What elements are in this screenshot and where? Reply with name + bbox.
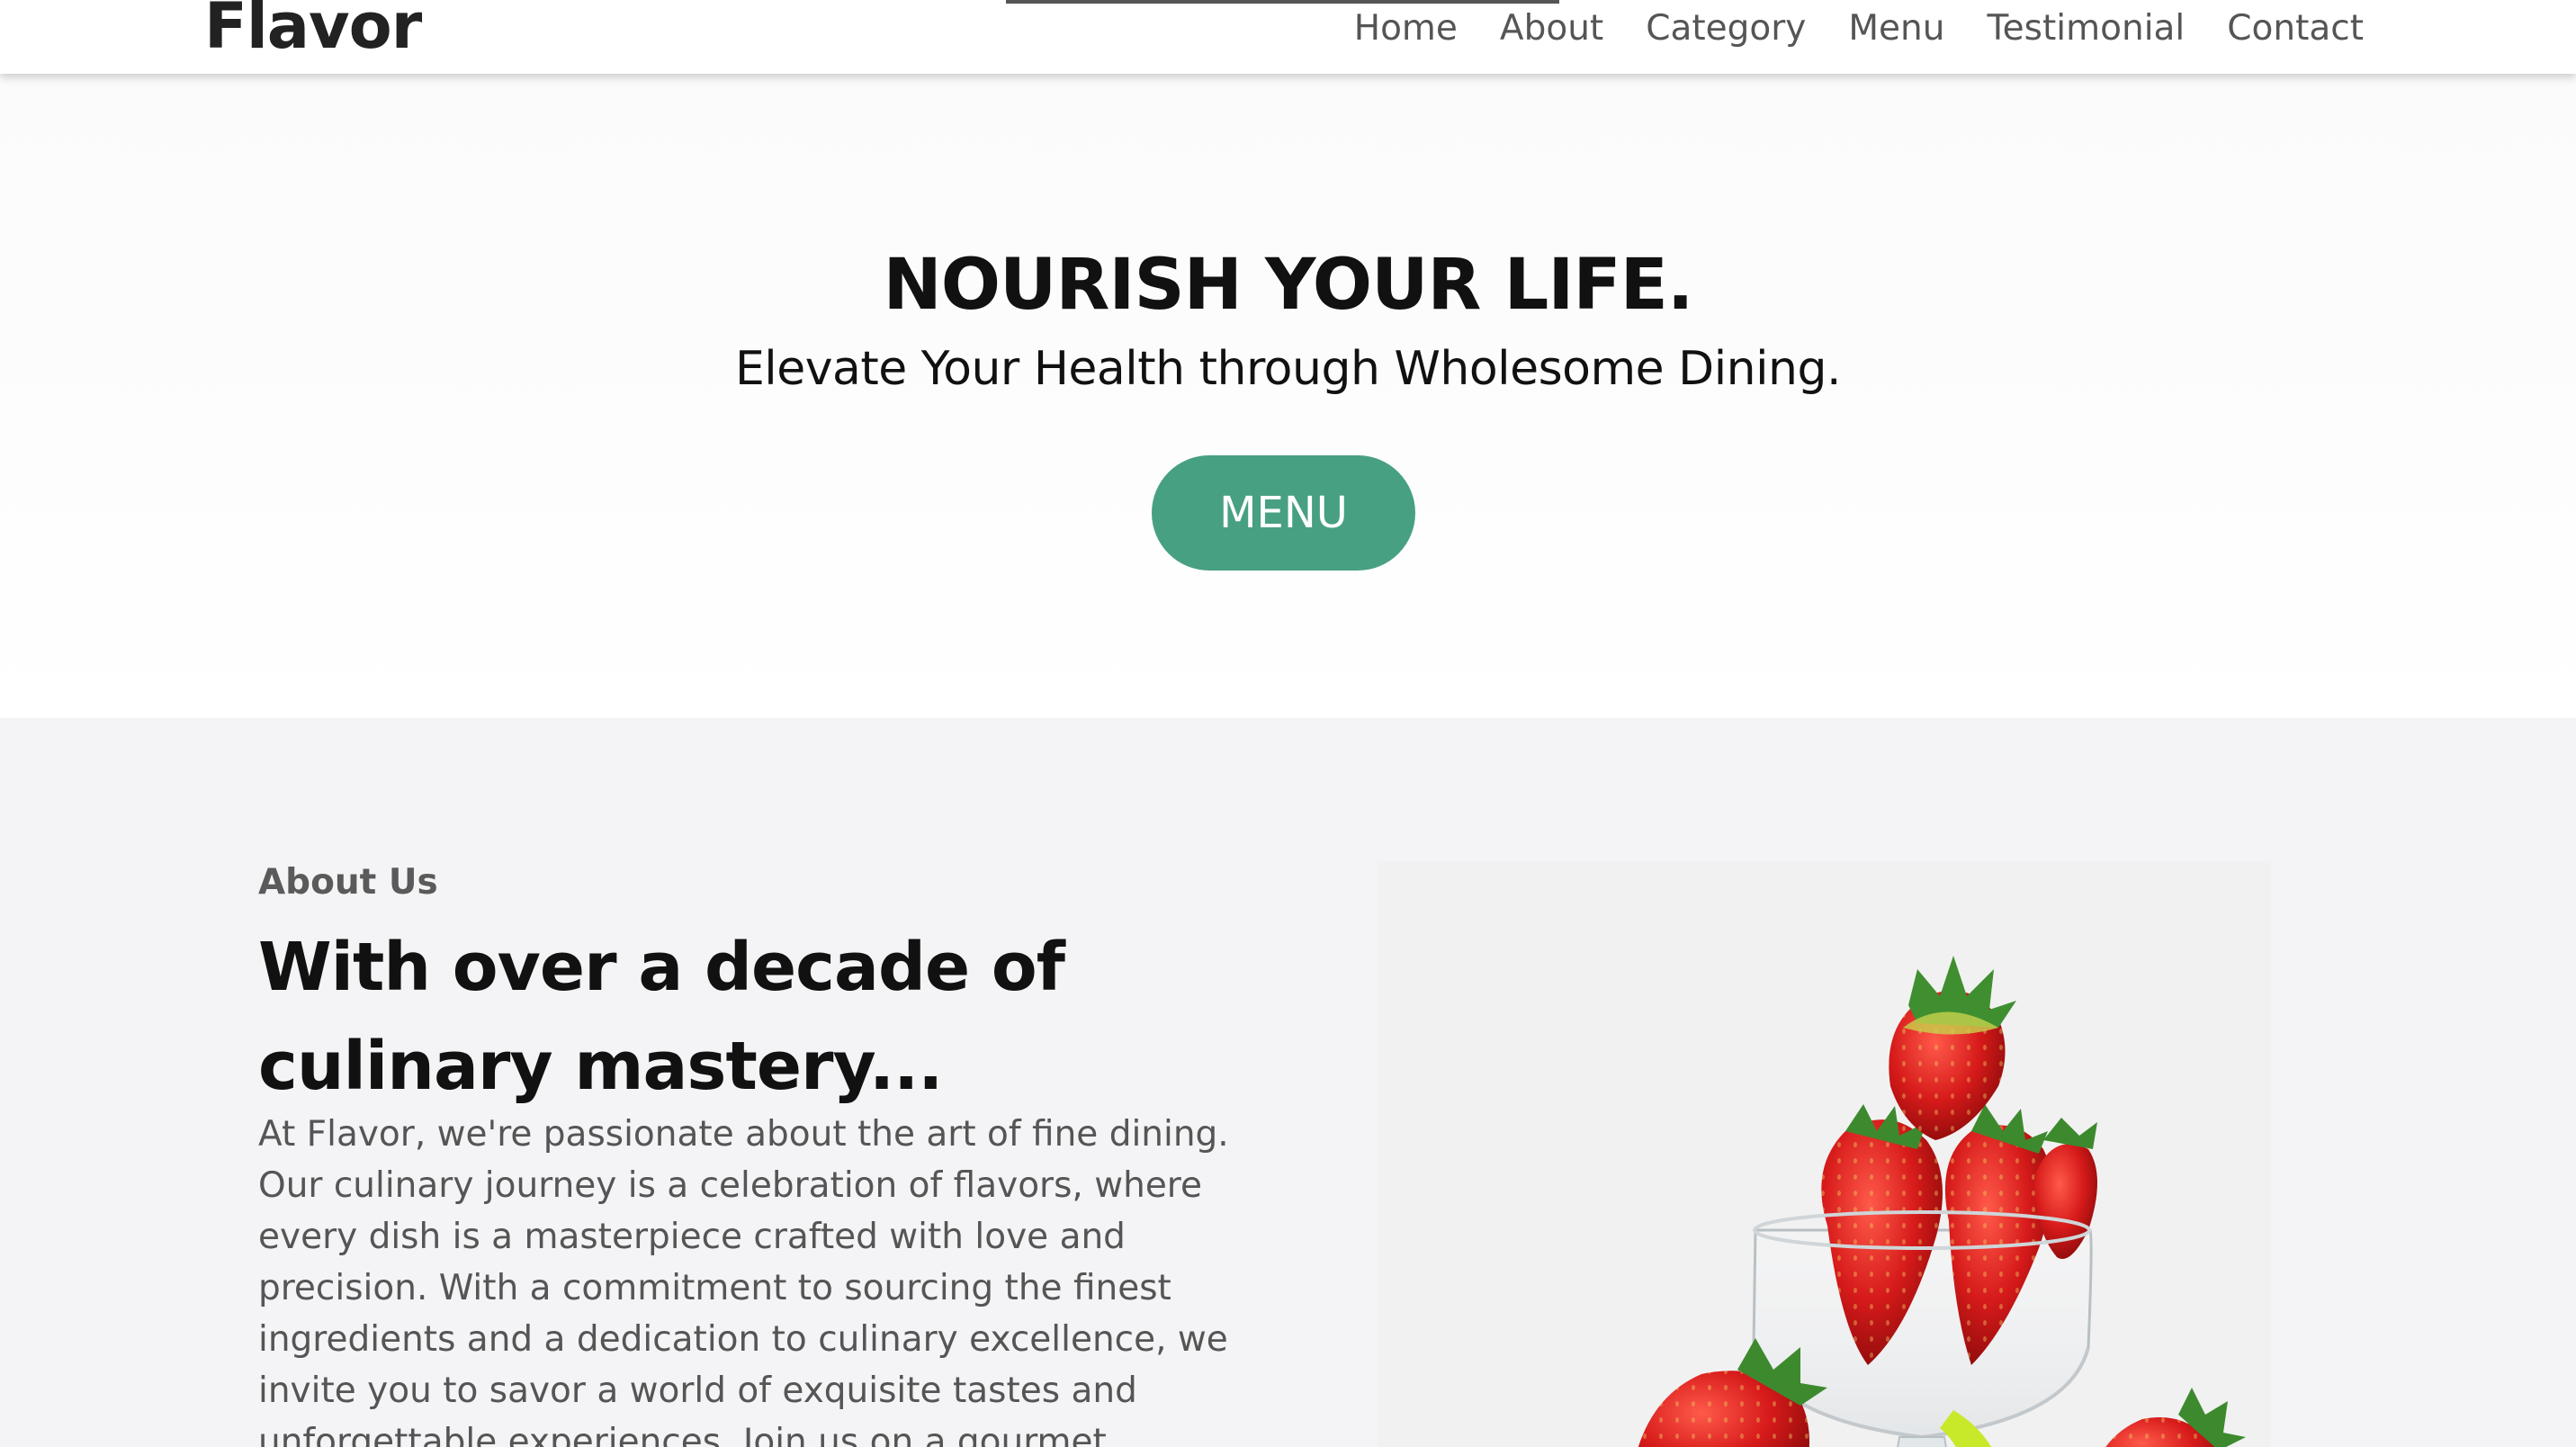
nav-link-testimonial[interactable]: Testimonial	[1987, 11, 2185, 46]
nav-link-home[interactable]: Home	[1354, 11, 1458, 46]
hero-subtitle: Elevate Your Health through Wholesome Di…	[734, 342, 1842, 396]
strawberries-illustration	[1378, 861, 2271, 1447]
site-logo[interactable]: Flavor	[204, 0, 422, 58]
nav-link-contact[interactable]: Contact	[2227, 11, 2364, 46]
scroll-progress-bar	[1006, 0, 1559, 4]
about-body-text: At Flavor, we're passionate about the ar…	[258, 1114, 1229, 1447]
about-eyebrow: About Us	[258, 862, 438, 903]
menu-button[interactable]: MENU	[1152, 455, 1415, 571]
strawberries-image	[1378, 861, 2271, 1447]
main-nav: Home About Category Menu Testimonial Con…	[1312, 11, 2364, 46]
site-header: Flavor Home About Category Menu Testimon…	[0, 0, 2576, 74]
hero-section: NOURISH YOUR LIFE. Elevate Your Health t…	[0, 74, 2576, 718]
nav-link-menu[interactable]: Menu	[1848, 11, 1944, 46]
hero-title: NOURISH YOUR LIFE.	[883, 245, 1693, 326]
about-heading: With over a decade of culinary mastery..…	[258, 929, 1065, 1105]
nav-link-about[interactable]: About	[1500, 11, 1603, 46]
about-section: About Us With over a decade of culinary …	[0, 718, 2576, 1447]
nav-link-category[interactable]: Category	[1646, 11, 1806, 46]
